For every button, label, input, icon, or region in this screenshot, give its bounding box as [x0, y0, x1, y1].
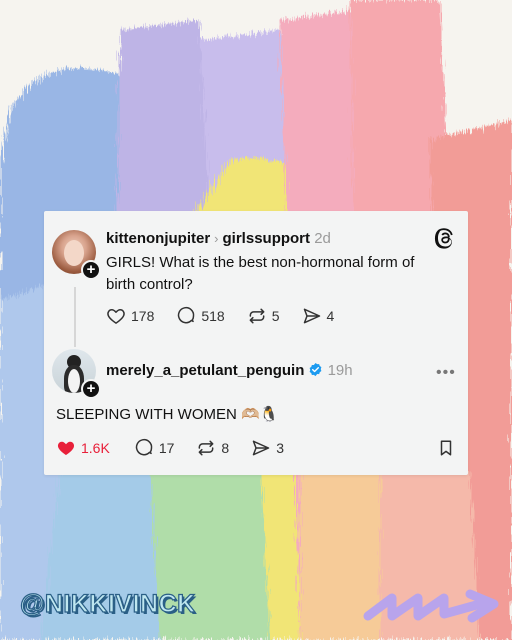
reply-time: 19h	[327, 362, 353, 379]
share-count: 4	[326, 308, 335, 324]
post-actions: 178 518 5 4	[106, 306, 334, 326]
reply-like-button[interactable]: 1.6K	[56, 438, 110, 458]
bookmark-icon[interactable]	[437, 438, 455, 458]
repost-icon	[249, 308, 265, 324]
reply-username[interactable]: merely_a_petulant_penguin	[106, 362, 304, 379]
reply-comment-button[interactable]: 17	[134, 438, 175, 458]
comment-icon	[178, 306, 195, 324]
post-community[interactable]: girlssupport	[223, 230, 311, 247]
repost-icon	[198, 440, 214, 456]
reply-repost-count: 8	[221, 440, 230, 456]
thread-line	[74, 287, 76, 347]
reply-share-button[interactable]: 3	[251, 438, 284, 458]
repost-button[interactable]: 5	[247, 306, 280, 326]
like-button[interactable]: 178	[106, 306, 154, 326]
chevron-right-icon: ›	[214, 231, 219, 246]
share-icon	[252, 440, 270, 456]
heart-icon	[57, 441, 75, 456]
reply-header: merely_a_petulant_penguin 19h	[106, 362, 353, 379]
threads-logo-icon	[434, 228, 453, 249]
reply-share-count: 3	[276, 440, 284, 456]
plus-icon[interactable]: +	[81, 260, 101, 280]
reply-repost-button[interactable]: 8	[196, 438, 229, 458]
plus-icon[interactable]: +	[81, 379, 101, 399]
squiggle-arrow-icon	[363, 589, 499, 623]
reply-count: 518	[201, 308, 225, 324]
heart-icon	[107, 309, 125, 324]
reply-text: SLEEPING WITH WOMEN 🫶🏼🐧	[56, 406, 279, 423]
comment-button[interactable]: 518	[176, 306, 225, 326]
post-text: GIRLS! What is the best non-hormonal for…	[106, 254, 415, 293]
reply-like-count: 1.6K	[81, 440, 110, 456]
post-card: + kittenonjupiter › girlssupport 2d GIRLS!…	[44, 211, 468, 475]
repost-count: 5	[271, 308, 280, 324]
post-header: kittenonjupiter › girlssupport 2d	[106, 230, 331, 247]
like-count: 178	[131, 308, 155, 324]
watermark: @NIKKIVINCK	[19, 589, 196, 618]
verified-icon	[310, 362, 322, 377]
reply-actions: 1.6K 17 8 3	[56, 438, 284, 458]
share-icon	[303, 308, 320, 324]
share-button[interactable]: 4	[302, 306, 335, 326]
post-time: 2d	[314, 230, 331, 247]
more-icon[interactable]: •••	[436, 364, 456, 382]
post-username[interactable]: kittenonjupiter	[106, 230, 210, 247]
comment-icon	[135, 438, 153, 456]
reply-reply-count: 17	[158, 440, 175, 456]
